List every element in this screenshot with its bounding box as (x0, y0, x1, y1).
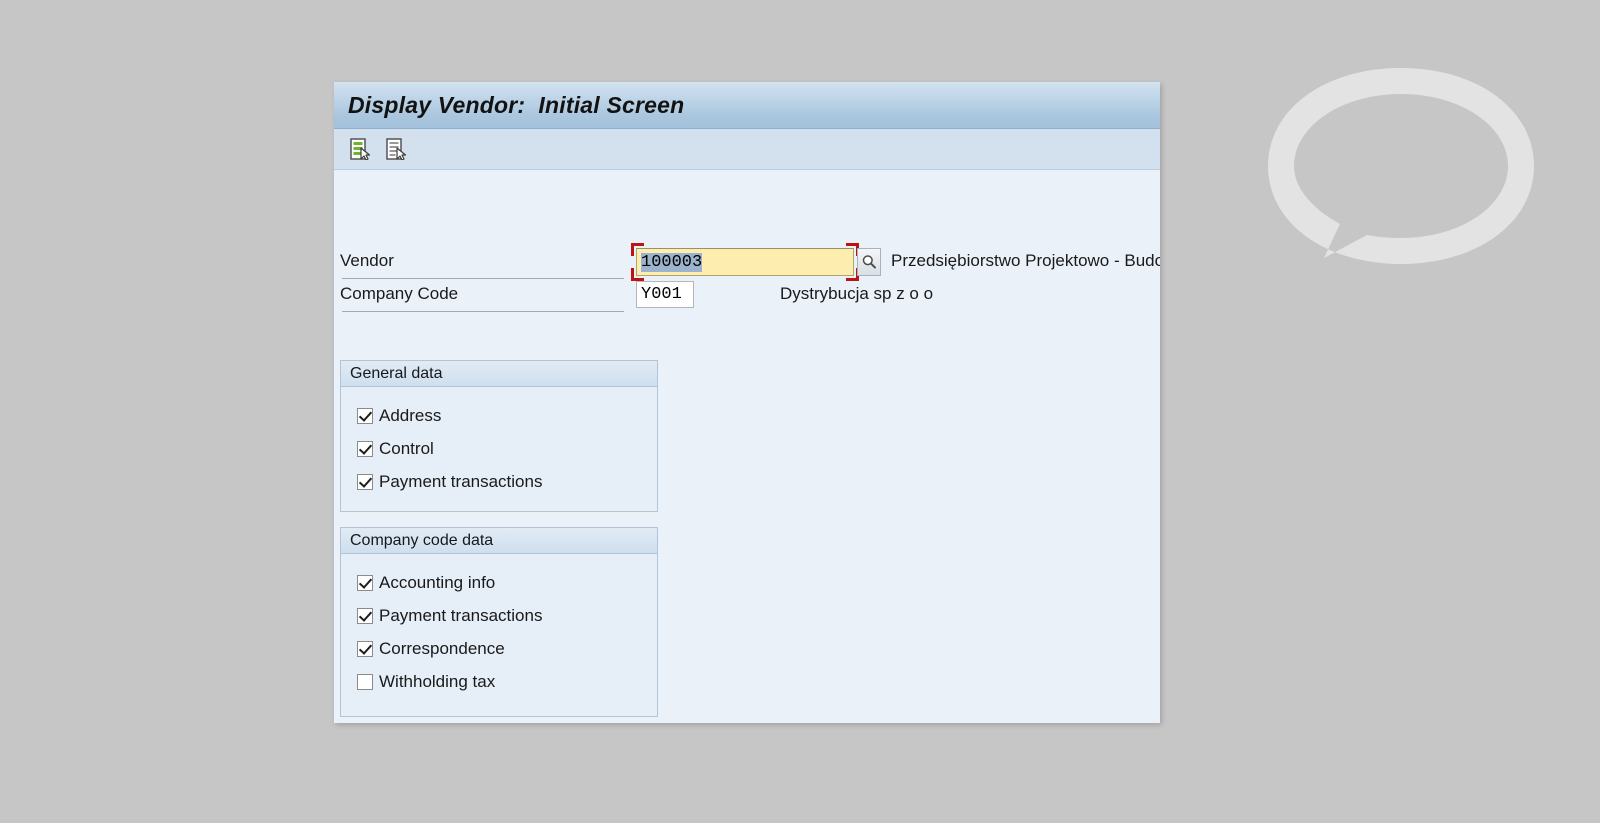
page-title: Display Vendor: Initial Screen (348, 91, 685, 118)
checkbox-row-accounting-info[interactable]: Accounting info (357, 566, 657, 599)
panel-company-code-data-body: Accounting info Payment transactions Cor… (341, 554, 657, 698)
checkbox-row-payment-transactions[interactable]: Payment transactions (357, 465, 657, 498)
checkbox-label: Withholding tax (379, 671, 496, 691)
checkbox-label: Accounting info (379, 572, 496, 592)
checkbox-payment-transactions[interactable] (357, 473, 373, 490)
background-watermark-speech-bubble (1262, 62, 1540, 280)
company-code-label: Company Code (340, 284, 459, 303)
panel-company-code-data-title: Company code data (350, 531, 494, 549)
field-separator (342, 311, 624, 312)
company-code-description: Dystrybucja sp z o o (780, 284, 934, 303)
checkbox-label: Payment transactions (379, 471, 543, 491)
magnifier-icon[interactable] (857, 248, 881, 276)
vendor-input[interactable] (636, 248, 854, 276)
checkbox-row-payment-transactions-cc[interactable]: Payment transactions (357, 599, 657, 632)
company-code-input[interactable] (636, 281, 694, 308)
application-toolbar (334, 129, 1160, 170)
checkbox-row-correspondence[interactable]: Correspondence (357, 632, 657, 665)
checkbox-row-control[interactable]: Control (357, 432, 657, 465)
checkbox-correspondence[interactable] (357, 640, 373, 657)
checkbox-label: Payment transactions (379, 605, 543, 625)
vendor-input-wrapper (631, 243, 859, 281)
checkbox-control[interactable] (357, 440, 373, 457)
panel-company-code-data-header: Company code data (341, 528, 657, 554)
checkbox-row-address[interactable]: Address (357, 399, 657, 432)
field-row-vendor: Vendor Przedsiębiorstwo Projektowo - Bud… (340, 243, 1160, 281)
panel-general-data-title: General data (350, 364, 443, 382)
field-row-company-code: Company Code Dystrybucja sp z o o (340, 279, 1160, 312)
checkbox-label: Correspondence (379, 638, 505, 658)
panel-company-code-data: Company code data Accounting info Paymen… (340, 527, 658, 717)
checkbox-payment-transactions-cc[interactable] (357, 607, 373, 624)
checkbox-withholding-tax[interactable] (357, 673, 373, 690)
checkbox-accounting-info[interactable] (357, 574, 373, 591)
sap-window: Display Vendor: Initial Screen Vendor 10… (334, 82, 1160, 723)
window-titlebar: Display Vendor: Initial Screen (334, 82, 1160, 129)
display-document-icon[interactable] (382, 135, 410, 163)
form-fields: Vendor Przedsiębiorstwo Projektowo - Bud… (340, 243, 1160, 312)
checkbox-address[interactable] (357, 407, 373, 424)
panel-general-data-body: Address Control Payment transactions (341, 387, 657, 498)
checkbox-row-withholding-tax[interactable]: Withholding tax (357, 665, 657, 698)
panel-general-data: General data Address Control Payment tra… (340, 360, 658, 512)
display-vendor-list-icon[interactable] (346, 135, 374, 163)
vendor-label: Vendor (340, 251, 394, 270)
checkbox-label: Address (379, 405, 442, 425)
panel-general-data-header: General data (341, 361, 657, 387)
vendor-description: Przedsiębiorstwo Projektowo - Budowlane (891, 251, 1160, 270)
window-content: Vendor Przedsiębiorstwo Projektowo - Bud… (334, 170, 1160, 723)
checkbox-label: Control (379, 438, 434, 458)
